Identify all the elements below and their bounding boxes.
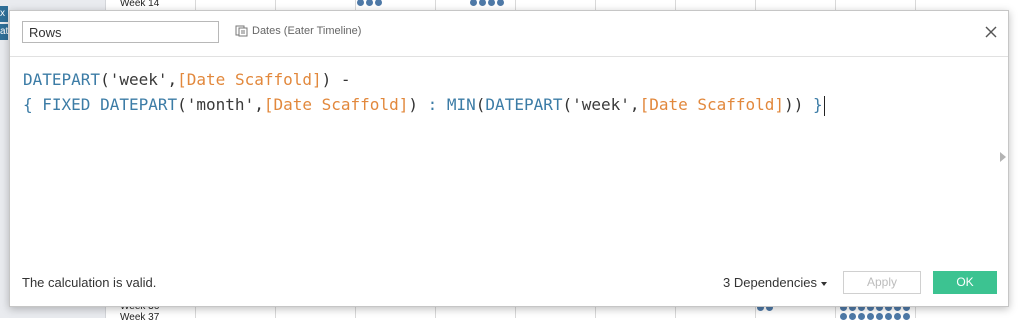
field-token: [Date Scaffold] [639, 95, 785, 114]
punctuation-token: )) [784, 95, 813, 114]
punctuation-token: , [167, 70, 178, 89]
data-source-indicator: Dates (Eater Timeline) [235, 25, 361, 37]
mark [497, 0, 504, 6]
keyword-token: } [812, 95, 823, 114]
text-cursor [823, 95, 825, 116]
mark-group [840, 313, 910, 320]
mark [366, 0, 373, 6]
function-token: DATEPART [23, 70, 101, 89]
punctuation-token: , [254, 95, 264, 114]
mark [488, 0, 495, 6]
mark [479, 0, 486, 6]
punctuation-token: ) [408, 95, 428, 114]
mark [470, 0, 477, 6]
chevron-down-icon [820, 281, 827, 286]
mark [876, 313, 883, 320]
sidebar-tag: x [0, 6, 8, 22]
function-token: MIN [446, 95, 476, 114]
mark [867, 313, 874, 320]
header-divider [10, 56, 1008, 57]
formula-line-2: { FIXED DATEPART('month',[Date Scaffold]… [23, 92, 983, 117]
mark [849, 313, 856, 320]
mark [840, 313, 847, 320]
string-token: 'week' [109, 70, 168, 89]
function-token: DATEPART [485, 95, 563, 114]
punctuation-token: ( [177, 95, 187, 114]
formula-editor[interactable]: DATEPART('week',[Date Scaffold]) -{ FIXE… [23, 67, 983, 257]
mark [885, 313, 892, 320]
ok-button[interactable]: OK [933, 271, 997, 294]
mark [858, 313, 865, 320]
dependencies-label: 3 Dependencies [723, 275, 817, 290]
keyword-token: { FIXED [23, 95, 101, 114]
data-source-label: Dates (Eater Timeline) [252, 25, 362, 37]
function-token: DATEPART [100, 95, 178, 114]
validation-status: The calculation is valid. [22, 275, 157, 290]
sidebar-tag: at [0, 24, 8, 40]
mark [375, 0, 382, 6]
calculation-editor-dialog: Dates (Eater Timeline) DATEPART('week',[… [9, 10, 1009, 307]
mark [903, 313, 910, 320]
punctuation-token: , [629, 95, 640, 114]
string-token: 'month' [186, 95, 255, 114]
mark [894, 313, 901, 320]
field-token: [Date Scaffold] [263, 95, 409, 114]
punctuation-token: ) - [321, 70, 351, 89]
apply-button[interactable]: Apply [843, 271, 921, 294]
keyword-token: : [427, 95, 447, 114]
row-label: Week 14 [120, 0, 160, 9]
punctuation-token: ( [475, 95, 486, 114]
punctuation-token: ( [562, 95, 573, 114]
mark-group [470, 0, 504, 6]
expand-panel-arrow-icon[interactable] [1000, 152, 1006, 162]
calculation-name-input[interactable] [22, 21, 219, 43]
punctuation-token: ( [100, 70, 110, 89]
formula-line-1: DATEPART('week',[Date Scaffold]) - [23, 67, 983, 92]
close-button[interactable] [984, 25, 998, 39]
dependencies-dropdown[interactable]: 3 Dependencies [723, 275, 827, 290]
mark [357, 0, 364, 6]
string-token: 'week' [572, 95, 630, 114]
close-icon[interactable] [984, 25, 998, 39]
data-source-icon [235, 25, 248, 37]
mark-group [357, 0, 382, 6]
field-token: [Date Scaffold] [177, 70, 322, 89]
